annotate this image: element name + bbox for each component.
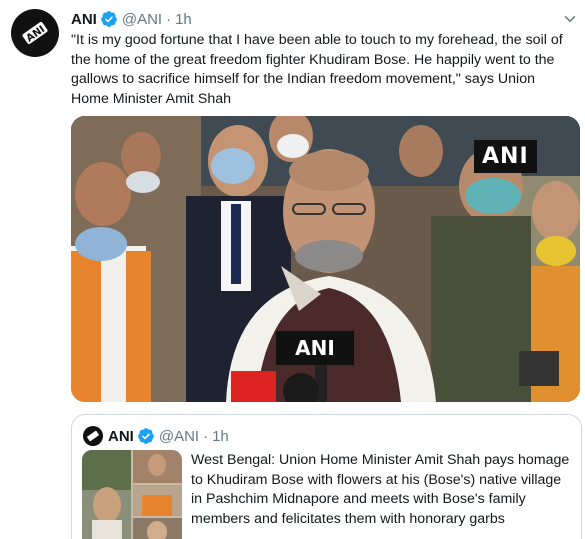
quoted-tweet[interactable]: ANI @ANI · 1h West Bengal: Union Home Mi… <box>71 414 582 539</box>
chevron-down-icon[interactable] <box>561 10 579 28</box>
quoted-timestamp[interactable]: 1h <box>212 428 229 445</box>
tweet-text: "It is my good fortune that I have been … <box>71 32 563 107</box>
tweet[interactable]: ANI ANI @ANI · 1h "It is my good fortune… <box>0 0 585 539</box>
tweet-header: ANI @ANI · 1h <box>71 9 192 29</box>
quoted-photo-collage <box>82 450 182 539</box>
verified-badge-icon <box>100 10 118 28</box>
quoted-media-thumbnail[interactable] <box>82 450 182 539</box>
ani-logo-icon: ANI <box>22 21 48 44</box>
quoted-display-name[interactable]: ANI <box>108 428 134 445</box>
ani-logo-icon <box>87 430 99 442</box>
display-name[interactable]: ANI <box>71 11 97 28</box>
avatar[interactable]: ANI <box>11 9 59 57</box>
tweet-media-image[interactable]: ANI ANI <box>71 116 580 402</box>
quoted-tweet-text: West Bengal: Union Home Minister Amit Sh… <box>191 452 570 527</box>
ani-watermark: ANI <box>474 140 537 173</box>
microphone-ani-label: ANI <box>295 336 335 360</box>
quoted-handle[interactable]: @ANI <box>159 428 199 445</box>
handle[interactable]: @ANI <box>122 11 162 28</box>
timestamp[interactable]: 1h <box>175 11 192 28</box>
quoted-separator: · <box>203 427 209 445</box>
verified-badge-icon <box>137 427 155 445</box>
separator: · <box>166 10 172 28</box>
quoted-tweet-header: ANI @ANI · 1h <box>108 426 229 446</box>
quoted-avatar[interactable] <box>83 426 103 446</box>
